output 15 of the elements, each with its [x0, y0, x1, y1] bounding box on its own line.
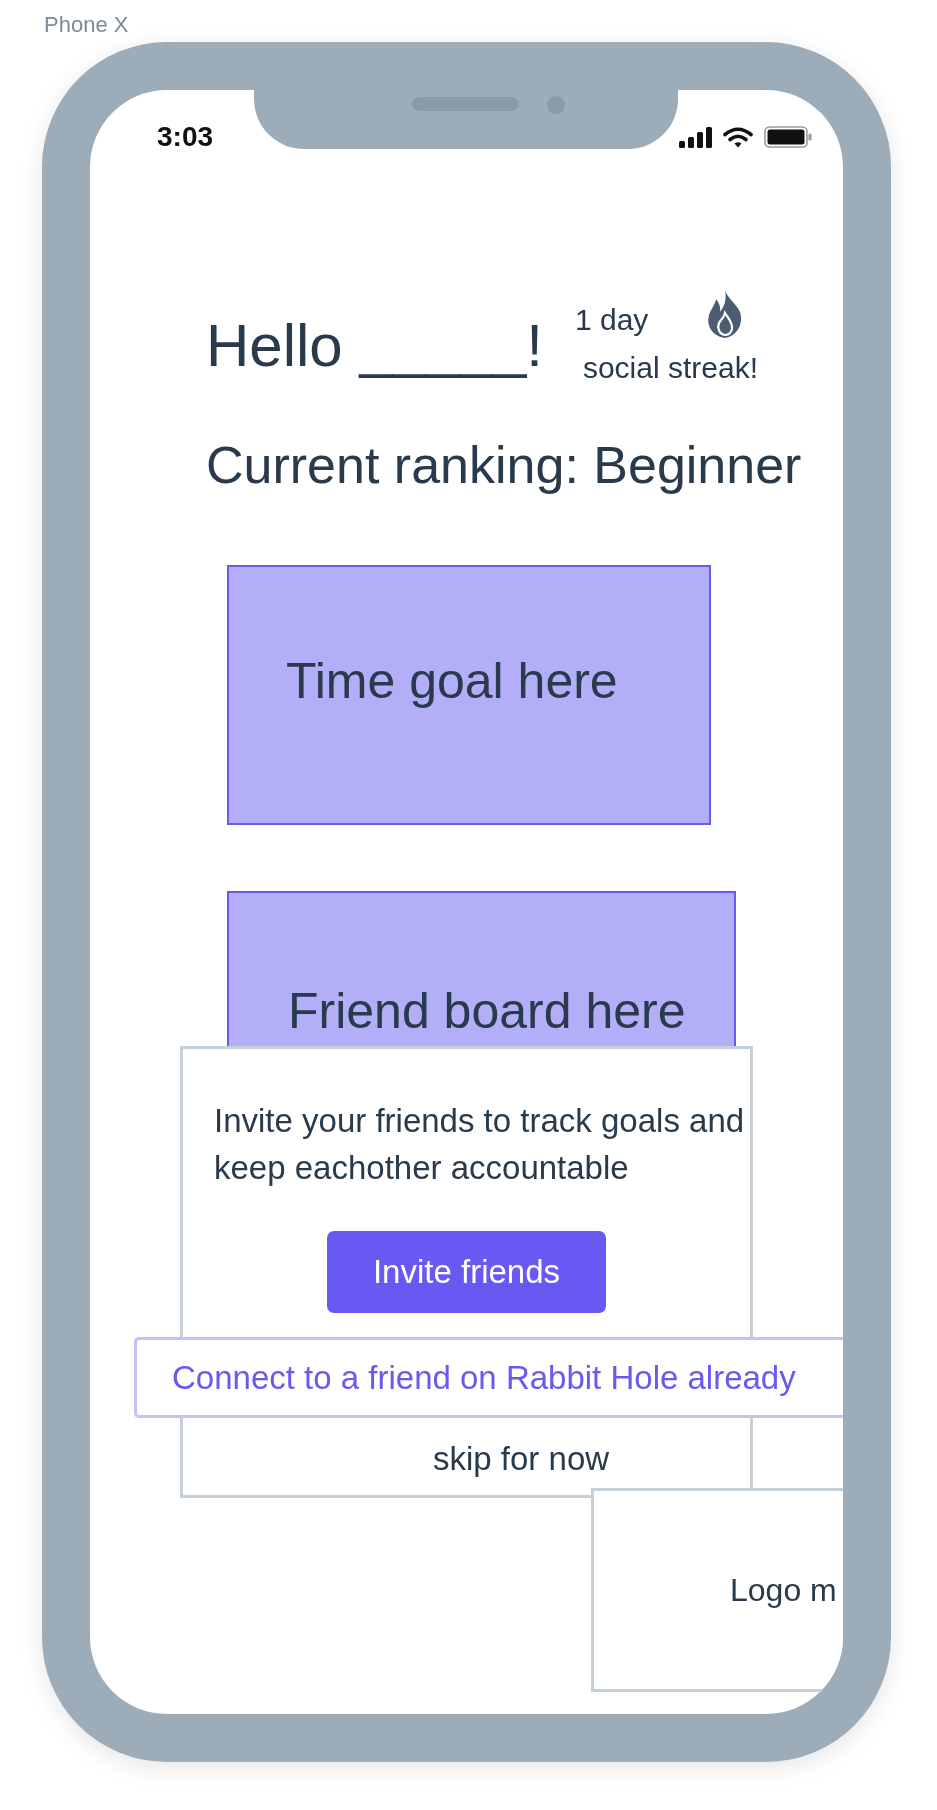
battery-icon: [764, 126, 812, 148]
status-time: 3:03: [157, 121, 214, 153]
invite-message: Invite your friends to track goals and keep eachother accountable: [214, 1101, 746, 1188]
logo-label: Logo m: [730, 1571, 837, 1610]
greeting-heading: Hello _____!: [206, 316, 543, 376]
signal-icon: [679, 126, 712, 148]
streak-count: 1 day: [574, 302, 649, 338]
card-label: Time goal here: [286, 656, 618, 706]
wifi-icon: [723, 126, 753, 148]
streak-label: social streak!: [582, 350, 758, 386]
skip-link[interactable]: skip for now: [433, 1439, 610, 1479]
invite-friends-button[interactable]: Invite friends: [327, 1231, 606, 1313]
connect-friend-link[interactable]: Connect to a friend on Rabbit Hole already: [134, 1337, 843, 1418]
card-label: Friend board here: [288, 986, 686, 1036]
device-label: Phone X: [44, 14, 129, 36]
